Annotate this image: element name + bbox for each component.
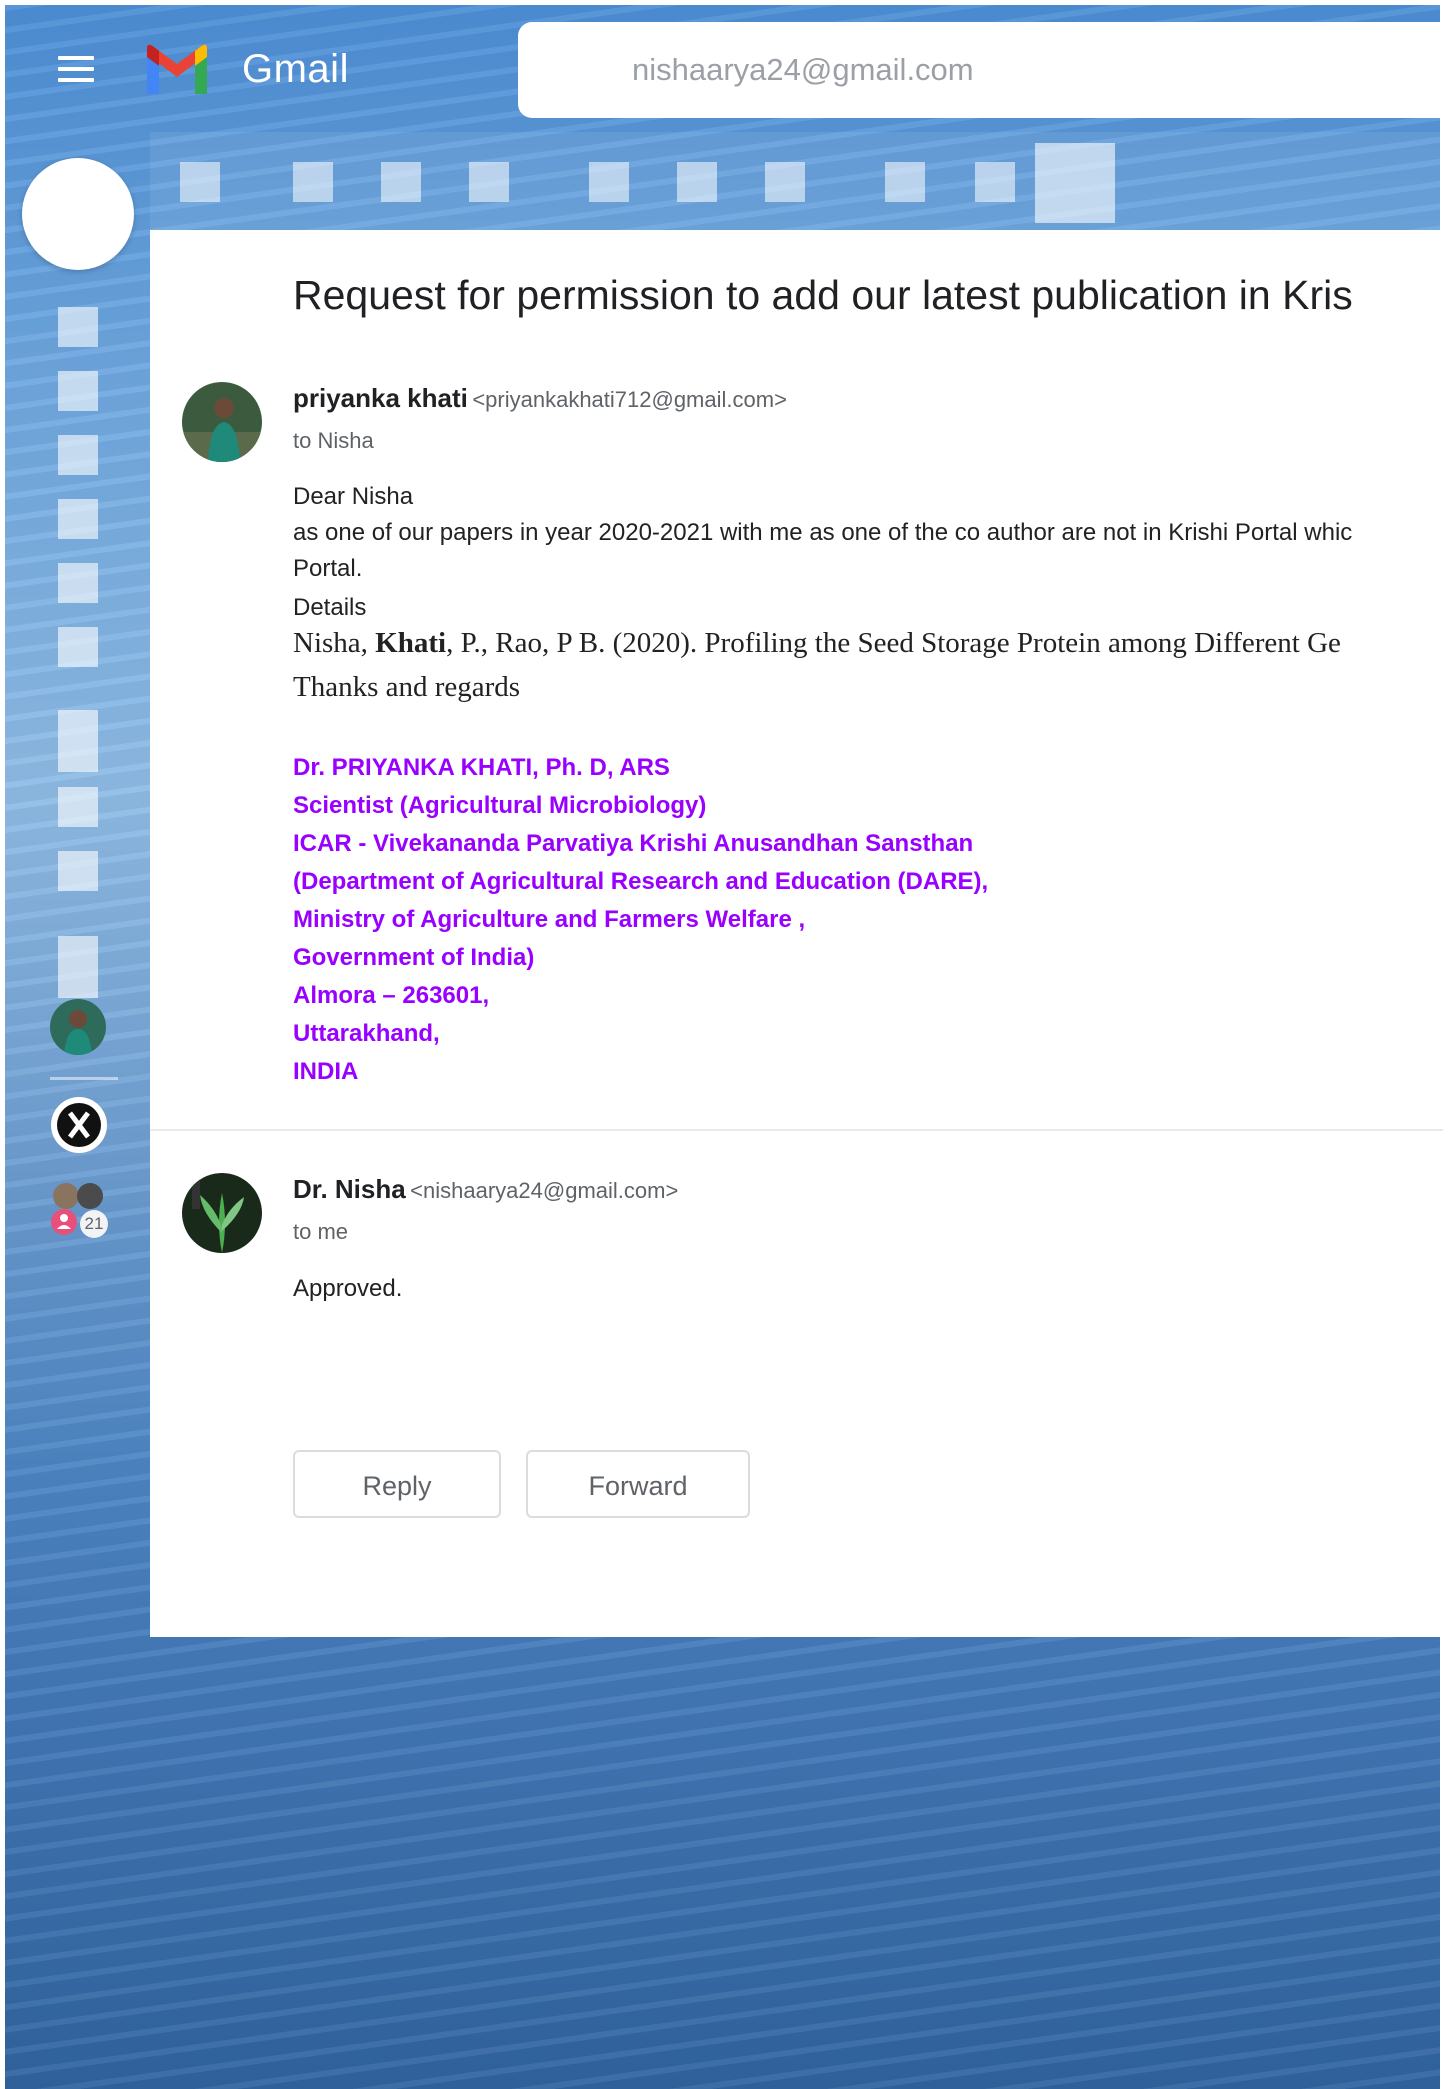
recipient-line[interactable]: to me xyxy=(293,1219,348,1245)
x-logo-icon[interactable] xyxy=(51,1097,107,1153)
rail-divider xyxy=(50,1077,118,1080)
citation-rest: , P., Rao, P B. (2020). Profiling the Se… xyxy=(446,627,1341,659)
signature-line: Dr. PRIYANKA KHATI, Ph. D, ARS xyxy=(293,754,670,781)
signature-line: Almora – 263601, xyxy=(293,982,490,1009)
citation-author: Khati xyxy=(375,627,447,659)
signature-line: Ministry of Agriculture and Farmers Welf… xyxy=(293,906,806,933)
rail-nav-item[interactable] xyxy=(58,936,98,998)
signature-line: ICAR - Vivekananda Parvatiya Krishi Anus… xyxy=(293,830,974,857)
main-menu-icon[interactable] xyxy=(58,56,94,82)
compose-button[interactable] xyxy=(22,158,134,270)
signature-line: (Department of Agricultural Research and… xyxy=(293,868,989,895)
rail-nav-item[interactable] xyxy=(58,563,98,603)
body-closing: Thanks and regards xyxy=(293,671,521,703)
message-body: Approved. xyxy=(293,1275,403,1302)
frame-edge-left xyxy=(0,0,5,2089)
sender-email: <nishaarya24@gmail.com> xyxy=(410,1178,679,1203)
search-input[interactable]: nishaarya24@gmail.com xyxy=(632,52,974,88)
rail-nav-item[interactable] xyxy=(58,627,98,667)
app-name: Gmail xyxy=(242,47,349,91)
message-divider xyxy=(150,1129,1443,1131)
toolbar-button[interactable] xyxy=(885,162,925,202)
citation-prefix: Nisha, xyxy=(293,627,376,659)
body-line: Portal. xyxy=(293,555,363,582)
toolbar-button[interactable] xyxy=(677,162,717,202)
rail-nav-item[interactable] xyxy=(58,710,98,772)
citation: Nisha, Khati, P., Rao, P B. (2020). Prof… xyxy=(293,627,1341,660)
sender-name: priyanka khati xyxy=(293,383,468,413)
toolbar-button[interactable] xyxy=(1035,143,1115,223)
body-greeting: Dear Nisha xyxy=(293,483,414,510)
gmail-logo-icon xyxy=(147,44,207,94)
avatar[interactable] xyxy=(50,999,106,1055)
reply-button[interactable]: Reply xyxy=(293,1450,501,1518)
signature-line: Scientist (Agricultural Microbiology) xyxy=(293,792,707,819)
signature-line: INDIA xyxy=(293,1058,359,1085)
forward-button[interactable]: Forward xyxy=(526,1450,750,1518)
group-count-badge: 21 xyxy=(80,1210,108,1238)
search-bar[interactable]: nishaarya24@gmail.com xyxy=(518,22,1443,118)
toolbar-button[interactable] xyxy=(381,162,421,202)
sender-name: Dr. Nisha xyxy=(293,1174,406,1204)
toolbar-button[interactable] xyxy=(975,162,1015,202)
message-panel: Request for permission to add our latest… xyxy=(150,230,1443,1637)
recipient-line[interactable]: to Nisha xyxy=(293,428,374,454)
signature-line: Government of India) xyxy=(293,944,535,971)
toolbar-button[interactable] xyxy=(765,162,805,202)
toolbar-button[interactable] xyxy=(589,162,629,202)
toolbar-button[interactable] xyxy=(293,162,333,202)
rail-nav-item[interactable] xyxy=(58,851,98,891)
rail-nav-item[interactable] xyxy=(58,435,98,475)
rail-nav-item[interactable] xyxy=(58,499,98,539)
sender-line: priyanka khati <priyankakhati712@gmail.c… xyxy=(293,383,787,414)
sender-avatar[interactable] xyxy=(182,382,262,462)
body-line: as one of our papers in year 2020-2021 w… xyxy=(293,519,1353,546)
rail-nav-item[interactable] xyxy=(58,787,98,827)
rail-nav-item[interactable] xyxy=(58,371,98,411)
sender-email: <priyankakhati712@gmail.com> xyxy=(472,387,787,412)
sender-line: Dr. Nisha <nishaarya24@gmail.com> xyxy=(293,1174,678,1205)
sender-avatar[interactable] xyxy=(182,1173,262,1253)
rail-nav-item[interactable] xyxy=(58,307,98,347)
thread-subject: Request for permission to add our latest… xyxy=(293,272,1353,318)
body-details-label: Details xyxy=(293,594,367,621)
toolbar-button[interactable] xyxy=(469,162,509,202)
frame-edge-top xyxy=(0,0,1455,5)
signature-line: Uttarakhand, xyxy=(293,1020,440,1047)
toolbar-button[interactable] xyxy=(180,162,220,202)
